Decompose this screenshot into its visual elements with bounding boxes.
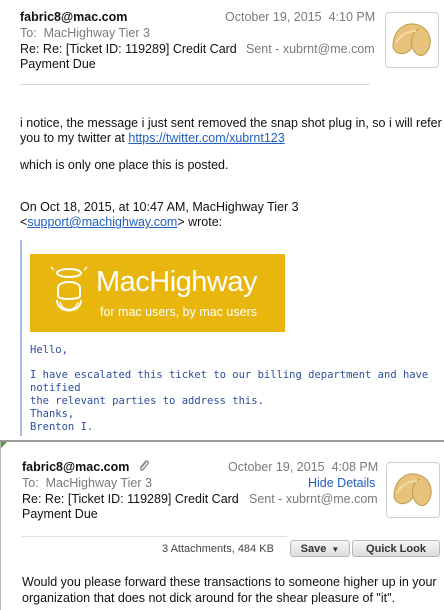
save-button[interactable]: Save ▼	[290, 540, 350, 557]
hide-details-link[interactable]: Hide Details	[308, 476, 375, 490]
chevron-down-icon: ▼	[331, 545, 340, 554]
quoted-signature: Thanks, Brenton I.	[30, 408, 94, 433]
fortune-cookie-icon	[392, 23, 431, 56]
banner-tagline: for mac users, by mac users	[100, 305, 257, 319]
recipient-name[interactable]: MacHighway Tier 3	[44, 26, 150, 40]
message-body: i notice, the message i just sent remove…	[20, 116, 442, 145]
banner-brand: MacHighway	[96, 266, 258, 298]
quote-header: On Oct 18, 2015, at 10:47 AM, MacHighway…	[20, 200, 299, 229]
message-separator	[0, 440, 444, 442]
machighway-banner: MacHighway for mac users, by mac users	[30, 254, 285, 332]
header-divider	[20, 84, 370, 85]
avatar	[385, 12, 439, 68]
left-edge-line	[0, 442, 1, 610]
sender-email[interactable]: fabric8@mac.com	[22, 460, 129, 474]
quoted-hello: Hello,	[30, 344, 68, 356]
quote-bar	[20, 240, 22, 436]
attachments-summary: 3 Attachments, 484 KB	[162, 543, 274, 555]
subject-line: Re: Re: [Ticket ID: 119289] Credit Card …	[22, 492, 239, 521]
message-date: October 19, 2015 4:08 PM	[228, 460, 379, 474]
support-email-link[interactable]: support@machighway.com	[27, 215, 177, 229]
attachments-divider	[22, 536, 287, 537]
twitter-link[interactable]: https://twitter.com/xubrnt123	[128, 131, 284, 145]
message-date: October 19, 2015 4:10 PM	[225, 10, 376, 24]
fortune-cookie-icon	[393, 473, 432, 506]
unread-marker	[0, 442, 7, 449]
sent-account: Sent - xubrnt@me.com	[246, 42, 375, 56]
recipient-name[interactable]: MacHighway Tier 3	[46, 476, 152, 490]
sender-email[interactable]: fabric8@mac.com	[20, 10, 127, 24]
avatar	[386, 462, 440, 518]
quick-look-button[interactable]: Quick Look	[352, 540, 440, 557]
body-line-3: which is only one place this is posted.	[20, 158, 229, 172]
message-body: Would you please forward these transacti…	[22, 575, 437, 605]
quoted-message: I have escalated this ticket to our bill…	[30, 369, 429, 407]
subject-line: Re: Re: [Ticket ID: 119289] Credit Card …	[20, 42, 237, 71]
recipient-line: To: MacHighway Tier 3	[22, 476, 152, 490]
recipient-line: To: MacHighway Tier 3	[20, 26, 150, 40]
machighway-mascot-icon	[50, 266, 88, 312]
sent-account: Sent - xubrnt@me.com	[249, 492, 378, 506]
paperclip-icon	[140, 460, 149, 471]
